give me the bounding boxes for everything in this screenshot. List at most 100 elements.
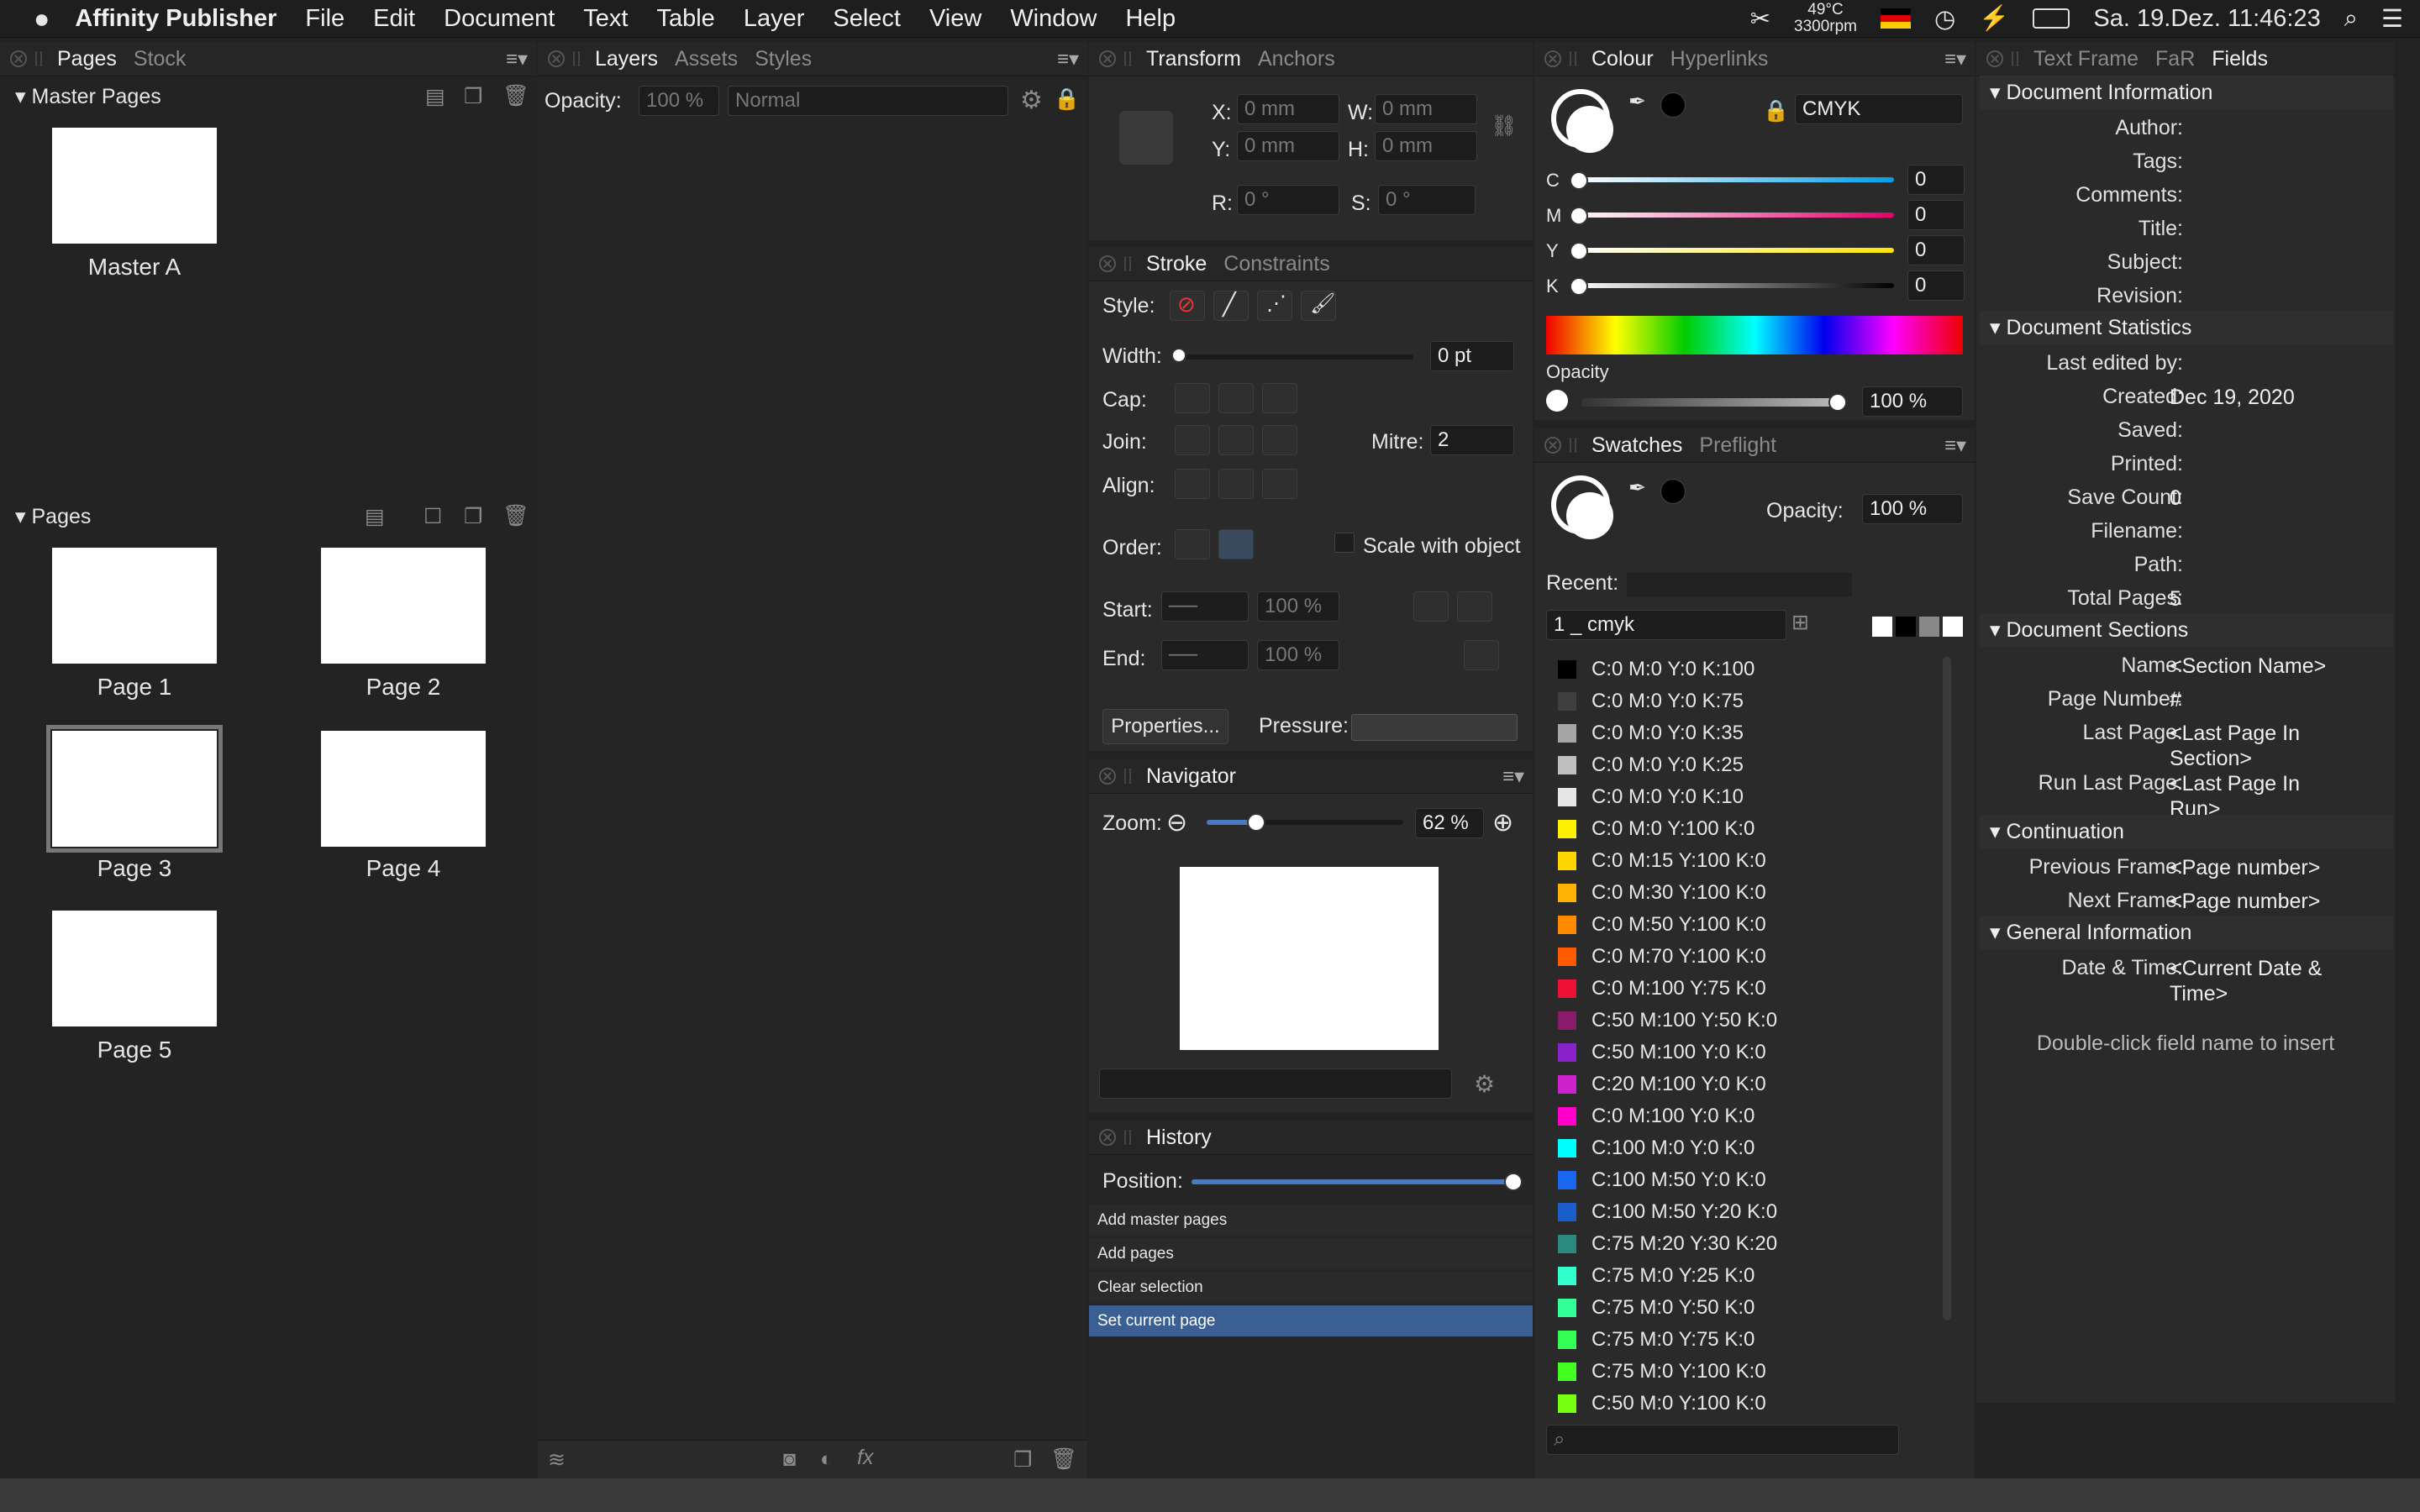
- dash-stroke-button[interactable]: ⋰: [1257, 291, 1292, 321]
- field-row[interactable]: Subject:: [1980, 244, 2393, 277]
- lock-icon[interactable]: 🔒: [1763, 99, 1789, 123]
- field-name[interactable]: Last edited by:: [2046, 351, 2183, 375]
- opacity-field[interactable]: 100 %: [1862, 386, 1963, 417]
- bolt-icon[interactable]: ⚡: [1979, 4, 2009, 33]
- close-panel-icon[interactable]: [1544, 50, 1561, 67]
- field-name[interactable]: Last Page:: [2082, 721, 2183, 745]
- field-row[interactable]: Run Last Page: <Last Page In Run>: [1980, 764, 2393, 821]
- drag-grip-icon[interactable]: [573, 51, 580, 66]
- field-row[interactable]: Page Number: #: [1980, 680, 2393, 714]
- fields-section-header[interactable]: ▾ Document Information: [1980, 76, 2393, 109]
- tab-swatches[interactable]: Swatches: [1583, 433, 1691, 458]
- field-name[interactable]: Run Last Page:: [2039, 771, 2183, 795]
- menu-view[interactable]: View: [929, 5, 981, 33]
- width-field[interactable]: 0 pt: [1430, 341, 1514, 371]
- tab-stroke[interactable]: Stroke: [1138, 252, 1215, 276]
- field-name[interactable]: Save Count:: [2067, 486, 2183, 510]
- field-row[interactable]: Name: <Section Name>: [1980, 647, 2393, 680]
- tab-transform[interactable]: Transform: [1138, 47, 1249, 71]
- add-layer-icon[interactable]: ❐: [1013, 1447, 1032, 1473]
- page-5-thumbnail[interactable]: [52, 911, 217, 1026]
- swap-arrows-button[interactable]: [1464, 640, 1499, 670]
- field-row[interactable]: Date & Time: <Current Date & Time>: [1980, 949, 2393, 1005]
- field-row[interactable]: Last Page: <Last Page In Section>: [1980, 714, 2393, 770]
- round-join-button[interactable]: [1218, 425, 1254, 455]
- order-behind-button[interactable]: [1175, 529, 1210, 559]
- tab-layers[interactable]: Layers: [587, 47, 666, 71]
- disclosure-triangle-icon[interactable]: ▾: [1990, 316, 2007, 339]
- swatch-row[interactable]: C:20 M:100 Y:0 K:0: [1558, 1068, 1766, 1100]
- tab-anchors[interactable]: Anchors: [1249, 47, 1344, 71]
- tab-constraints[interactable]: Constraints: [1215, 252, 1338, 276]
- field-name[interactable]: Revision:: [2096, 284, 2183, 308]
- field-row[interactable]: Filename:: [1980, 512, 2393, 546]
- opacity-slider-knob[interactable]: [1828, 393, 1847, 412]
- swatch-row[interactable]: C:0 M:0 Y:0 K:10: [1558, 781, 1744, 813]
- align-center-button[interactable]: [1218, 469, 1254, 499]
- field-row[interactable]: Next Frame: <Page number>: [1980, 882, 2393, 916]
- disclosure-triangle-icon[interactable]: ▾: [1990, 921, 2007, 944]
- page-duplicate-icon[interactable]: ❐: [464, 504, 482, 529]
- black-quick-swatch[interactable]: [1896, 617, 1916, 637]
- align-outside-button[interactable]: [1262, 469, 1297, 499]
- master-add-icon[interactable]: ▤: [425, 84, 445, 109]
- tab-assets[interactable]: Assets: [666, 47, 746, 71]
- field-row[interactable]: Previous Frame: <Page number>: [1980, 848, 2393, 882]
- field-name[interactable]: Title:: [2139, 217, 2183, 241]
- zoom-in-icon[interactable]: ⊕: [1492, 808, 1513, 837]
- field-row[interactable]: Total Pages: 5: [1980, 580, 2393, 613]
- page-2-thumbnail[interactable]: [321, 548, 486, 664]
- close-panel-icon[interactable]: [1544, 437, 1561, 454]
- tab-colour[interactable]: Colour: [1583, 47, 1662, 71]
- menu-edit[interactable]: Edit: [373, 5, 415, 33]
- tab-stock[interactable]: Stock: [125, 47, 195, 71]
- history-item-add-pages[interactable]: Add pages: [1089, 1238, 1533, 1270]
- x-field[interactable]: 0 mm: [1237, 94, 1339, 124]
- delete-layer-icon[interactable]: 🗑: [1050, 1447, 1077, 1472]
- swatch-scrollbar[interactable]: [1943, 657, 1951, 1320]
- colour-model-select[interactable]: CMYK: [1795, 94, 1963, 124]
- history-item-clear-selection[interactable]: Clear selection: [1089, 1272, 1533, 1304]
- master-duplicate-icon[interactable]: ❐: [464, 84, 482, 109]
- opacity-slider[interactable]: [1581, 398, 1842, 407]
- field-row[interactable]: Path:: [1980, 546, 2393, 580]
- close-panel-icon[interactable]: [548, 50, 565, 67]
- history-item-add-master-pages[interactable]: Add master pages: [1089, 1205, 1533, 1236]
- blend-mode-select[interactable]: Normal: [728, 86, 1008, 116]
- swatch-row[interactable]: C:75 M:20 Y:30 K:20: [1558, 1228, 1777, 1260]
- tab-pages[interactable]: Pages: [49, 47, 125, 71]
- drag-grip-icon[interactable]: [1570, 51, 1576, 66]
- history-slider[interactable]: [1192, 1179, 1514, 1184]
- fields-section-header[interactable]: ▾ Document Statistics: [1980, 311, 2393, 344]
- black-swatch[interactable]: [1660, 92, 1686, 118]
- y-slider-knob[interactable]: [1570, 242, 1588, 260]
- c-slider[interactable]: [1575, 177, 1894, 182]
- field-row[interactable]: Last edited by:: [1980, 344, 2393, 378]
- page-1-thumbnail[interactable]: [52, 548, 217, 664]
- recent-swatches[interactable]: [1627, 573, 1852, 596]
- round-cap-button[interactable]: [1218, 383, 1254, 413]
- disclosure-triangle-icon[interactable]: ▾: [1990, 820, 2007, 843]
- menu-select[interactable]: Select: [833, 5, 901, 33]
- properties-button[interactable]: Properties...: [1102, 709, 1228, 744]
- width-slider-knob[interactable]: [1171, 348, 1186, 363]
- master-delete-icon[interactable]: 🗑: [502, 84, 529, 108]
- fx-icon[interactable]: fx: [857, 1446, 873, 1470]
- drag-grip-icon[interactable]: [1570, 438, 1576, 453]
- field-name[interactable]: Comments:: [2075, 183, 2183, 207]
- close-panel-icon[interactable]: [1099, 50, 1116, 67]
- menu-document[interactable]: Document: [444, 5, 555, 33]
- drag-grip-icon[interactable]: [1124, 256, 1131, 271]
- adjustment-icon[interactable]: ◐: [820, 1447, 833, 1472]
- field-name[interactable]: Printed:: [2111, 452, 2183, 476]
- field-row[interactable]: Comments:: [1980, 176, 2393, 210]
- swatch-row[interactable]: C:0 M:15 Y:100 K:0: [1558, 845, 1766, 877]
- arrow-right-button[interactable]: [1457, 591, 1492, 622]
- zoom-slider-knob[interactable]: [1247, 813, 1265, 832]
- field-name[interactable]: Filename:: [2091, 519, 2183, 543]
- flag-icon[interactable]: [1881, 8, 1911, 29]
- page-add-icon[interactable]: ☐: [424, 504, 442, 529]
- start-scale-field[interactable]: 100 %: [1257, 591, 1339, 622]
- fill-swatch[interactable]: [1566, 106, 1613, 153]
- apple-icon[interactable]: ●: [34, 3, 50, 34]
